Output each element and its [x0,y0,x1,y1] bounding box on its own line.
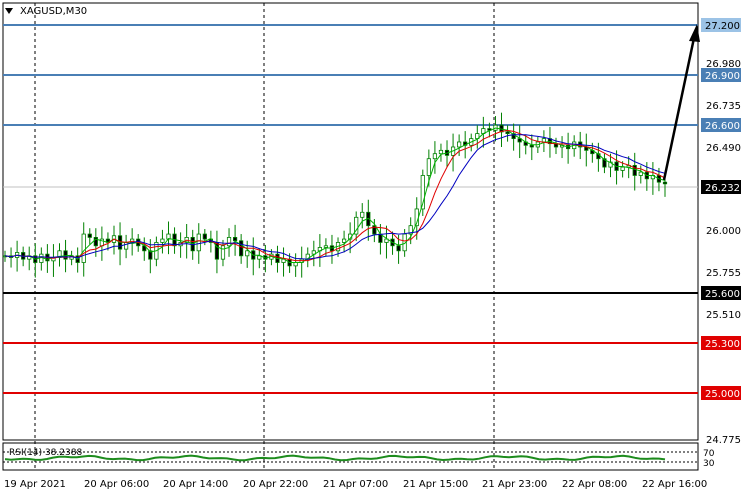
candle-body [293,262,298,267]
time-tick: 20 Apr 14:00 [163,479,228,490]
main-plot-frame [2,2,699,441]
price-tick: 25.510 [706,310,741,321]
candle-body [432,153,438,160]
time-tick: 20 Apr 22:00 [243,479,308,490]
time-tick: 21 Apr 15:00 [403,479,468,490]
candle-body [160,238,165,243]
candle-body [202,233,207,240]
price-tick: 26.735 [706,101,741,112]
candle-body [232,237,238,242]
chart-window[interactable]: 27.200 26.900 26.600 26.232 25.600 25.300 25.0… [0,0,750,496]
candle-body [81,233,86,263]
time-axis: 19 Apr 2021 20 Apr 06:00 20 Apr 14:00 20… [4,479,707,490]
time-tick: 19 Apr 2021 [4,479,66,490]
candle-body [438,149,444,155]
price-tick: 25.755 [706,268,741,279]
level-price-label: 26.600 [705,121,740,132]
candle-body [541,138,546,143]
rsi-label: RSI(14) 38.2388 [9,448,82,458]
candle-body [245,250,250,257]
level-price-label: 25.600 [705,289,740,300]
candle-body [196,233,201,252]
price-tick: 26.490 [706,143,741,154]
rsi-30-label: 30 [703,459,715,469]
time-tick: 21 Apr 07:00 [323,479,388,490]
time-tick: 22 Apr 16:00 [642,479,707,490]
price-tick: 26.980 [706,59,741,70]
candle-body [341,238,347,243]
level-price-label: 26.232 [705,183,740,194]
price-tick: 26.000 [706,226,741,237]
candle-body [124,242,129,250]
candle-body [638,171,643,176]
candle-body [426,158,431,176]
candle-body [620,166,625,171]
candle-body [239,240,244,257]
candle-body [529,144,534,148]
candle-body [323,245,329,248]
candle-body [505,131,510,134]
candle-body [360,211,365,218]
time-tick: 20 Apr 06:00 [84,479,149,490]
candle-body [220,245,226,260]
level-price-label: 26.900 [705,71,740,82]
time-tick: 22 Apr 08:00 [562,479,627,490]
time-tick: 21 Apr 23:00 [482,479,547,490]
symbol-label: XAGUSD,M30 [20,6,87,17]
candle-body [396,245,401,252]
price-tick: 24.775 [706,435,741,446]
candle-body [226,237,232,247]
candle-body [87,233,92,238]
rsi-70-label: 70 [703,449,715,459]
level-price-label: 27.200 [705,21,740,32]
candle-body [457,141,462,148]
level-price-label: 25.000 [705,389,740,400]
level-price-label: 25.300 [705,339,740,350]
candle-body [662,181,668,185]
